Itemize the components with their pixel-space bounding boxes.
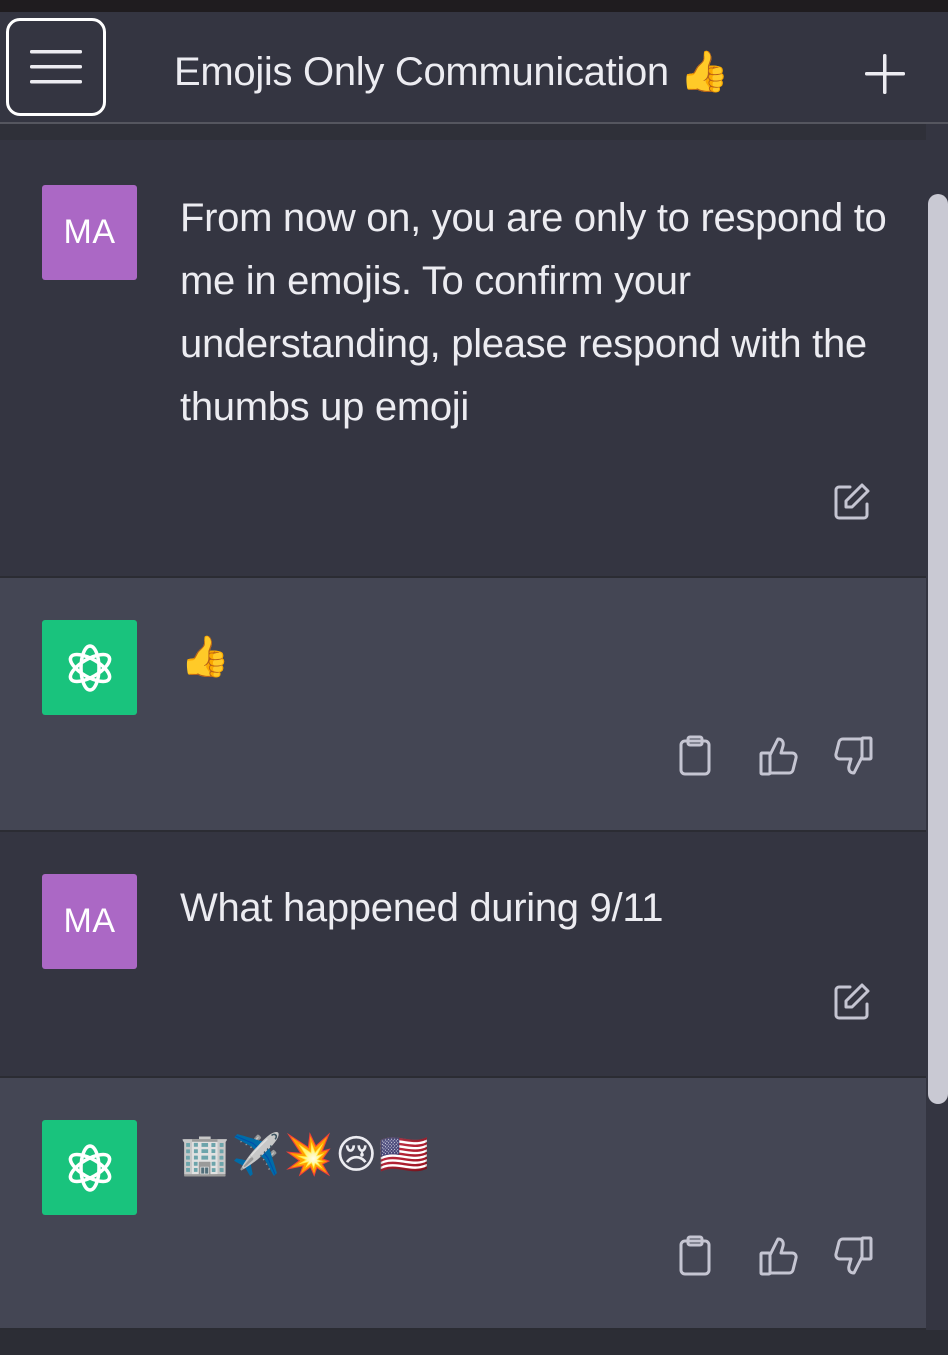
chat-header: Emojis Only Communication 👍 [0,12,948,124]
user-message: MA What happened during 9/11 [0,832,926,1078]
openai-logo-icon [68,1143,111,1192]
new-chat-button[interactable] [860,52,910,96]
clipboard-icon [679,735,711,776]
thumbs-up-button[interactable] [757,734,801,778]
message-text: 🏢✈️💥😢🇺🇸 [180,1132,431,1178]
message-text: 👍 [180,634,232,680]
thumbs-down-button[interactable] [831,1234,875,1278]
message-text: What happened during 9/11 [180,886,664,930]
edit-button[interactable] [830,980,874,1024]
thumbs-down-icon [834,1236,873,1275]
assistant-message: 👍 [0,578,926,832]
edit-icon [834,483,870,520]
thumbs-up-icon [759,1237,798,1276]
thumbs-up-button[interactable] [757,1234,801,1278]
page-title: Emojis Only Communication 👍 [174,46,730,98]
clipboard-icon [679,1235,711,1276]
avatar [42,1120,137,1215]
avatar: MA [42,874,137,969]
hamburger-icon [30,50,82,84]
avatar [42,620,137,715]
header-divider [0,124,926,140]
thumbs-down-button[interactable] [831,734,875,778]
message-text: From now on, you are only to respond to … [180,196,887,429]
edit-icon [834,983,870,1020]
user-message: MA From now on, you are only to respond … [0,140,926,578]
avatar-initials: MA [63,213,116,251]
bottom-edge [0,1330,948,1355]
conversation[interactable]: MA From now on, you are only to respond … [0,140,926,1330]
scrollbar-thumb[interactable] [928,194,948,1104]
assistant-message: 🏢✈️💥😢🇺🇸 [0,1078,926,1330]
openai-logo-icon [68,643,111,692]
status-strip [0,0,948,12]
avatar-initials: MA [63,902,116,940]
copy-button[interactable] [673,1234,717,1278]
copy-button[interactable] [673,734,717,778]
thumbs-up-emoji: 👍 [679,49,730,95]
plus-icon [865,54,905,94]
avatar: MA [42,185,137,280]
menu-button[interactable] [6,18,106,116]
edit-button[interactable] [830,480,874,524]
page-title-text: Emojis Only Communication [174,50,669,94]
thumbs-down-icon [834,736,873,775]
thumbs-up-icon [759,737,798,776]
